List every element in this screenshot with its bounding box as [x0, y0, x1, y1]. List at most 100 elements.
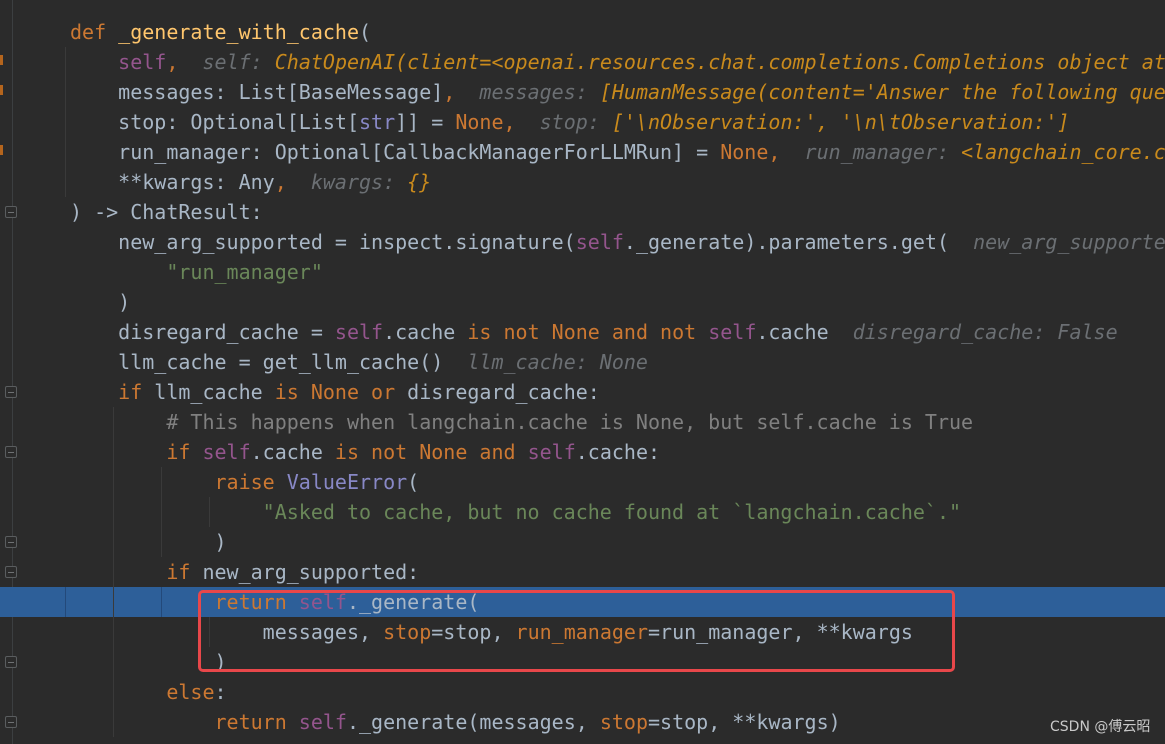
code-token: ,	[166, 50, 179, 74]
code-token: self	[527, 440, 576, 464]
code-token: )	[70, 290, 131, 314]
code-token: new_arg_supported:	[202, 560, 420, 584]
code-line[interactable]: else:	[70, 677, 1165, 707]
fold-icon[interactable]	[5, 536, 17, 548]
code-token: disregard_cache =	[70, 320, 335, 344]
inline-debug-value: new_arg_supporte	[973, 230, 1165, 254]
code-token: ,	[274, 170, 287, 194]
code-line[interactable]: **kwargs: Any, kwargs: {}	[70, 167, 1165, 197]
code-token: else	[70, 680, 215, 704]
inline-debug-value: messages:	[479, 80, 600, 104]
code-token: llm_cache	[154, 380, 275, 404]
code-line[interactable]: run_manager: Optional[CallbackManagerFor…	[70, 137, 1165, 167]
code-token: None,	[455, 110, 516, 134]
code-line[interactable]: ) -> ChatResult:	[70, 197, 1165, 227]
fold-icon[interactable]	[5, 566, 17, 578]
code-token: **kwargs: Any	[70, 170, 275, 194]
code-line[interactable]: "Asked to cache, but no cache found at `…	[70, 497, 1165, 527]
inline-debug-value: stop:	[539, 110, 612, 134]
code-token: .cache	[756, 320, 853, 344]
code-token: :	[214, 680, 227, 704]
inline-debug-value: disregard_cache: False	[852, 320, 1118, 344]
fold-icon[interactable]	[5, 386, 17, 398]
fold-icon[interactable]	[5, 656, 17, 668]
code-token: =stop, **kwargs)	[648, 710, 841, 734]
change-marker	[0, 85, 3, 95]
code-token: stop	[599, 710, 648, 734]
code-line[interactable]: return self._generate(messages, stop=sto…	[70, 707, 1165, 737]
code-token: def	[70, 20, 119, 44]
inline-debug-value: <langchain_core.c	[961, 140, 1165, 164]
code-token: ,	[443, 80, 456, 104]
code-token: is not None and not	[467, 320, 709, 344]
inline-debug-value: self:	[202, 50, 275, 74]
code-token: .cache	[250, 440, 335, 464]
code-token: "Asked to cache, but no cache found at `…	[262, 500, 962, 524]
code-token: self	[202, 440, 251, 464]
code-token: None,	[720, 140, 781, 164]
code-line[interactable]: )	[70, 527, 1165, 557]
code-line[interactable]: if self.cache is not None and self.cache…	[70, 437, 1165, 467]
code-token: is None or	[274, 380, 408, 404]
code-token: ._generate).parameters.get(	[623, 230, 974, 254]
fold-icon[interactable]	[5, 446, 17, 458]
code-token: self	[334, 320, 384, 344]
code-token: new_arg_supported = inspect.signature(	[70, 230, 576, 254]
change-marker	[0, 145, 3, 155]
inline-debug-value: [HumanMessage(content='Answer the follow…	[599, 80, 1165, 104]
code-token: raise	[70, 470, 287, 494]
code-token: .cache	[383, 320, 468, 344]
code-token: self	[708, 320, 757, 344]
code-token: disregard_cache:	[407, 380, 600, 404]
code-token: )	[70, 530, 227, 554]
code-token: ._generate(messages,	[346, 710, 600, 734]
code-token: (	[359, 20, 372, 44]
gutter-border	[12, 0, 13, 744]
code-line[interactable]: llm_cache = get_llm_cache() llm_cache: N…	[70, 347, 1165, 377]
code-line[interactable]: if llm_cache is None or disregard_cache:	[70, 377, 1165, 407]
fold-icon[interactable]	[5, 206, 17, 218]
code-token: run_manager: Optional[CallbackManagerFor…	[70, 140, 721, 164]
code-line[interactable]: )	[70, 287, 1165, 317]
code-line[interactable]: disregard_cache = self.cache is not None…	[70, 317, 1165, 347]
inline-debug-value: {}	[407, 170, 432, 194]
inline-debug-value: ChatOpenAI(client=<openai.resources.chat…	[274, 50, 1165, 74]
code-token: if	[70, 440, 203, 464]
code-token: ) -> ChatResult:	[70, 200, 263, 224]
code-token: messages: List[BaseMessage]	[70, 80, 444, 104]
code-token: stop: Optional[List[	[70, 110, 359, 134]
code-token: self	[118, 50, 167, 74]
code-token: return	[70, 710, 299, 734]
code-line[interactable]: raise ValueError(	[70, 467, 1165, 497]
code-token: _generate_with_cache	[118, 20, 359, 44]
watermark: CSDN @傅云昭	[1050, 719, 1151, 735]
code-line[interactable]: messages: List[BaseMessage], messages: […	[70, 77, 1165, 107]
code-token: is not None and	[334, 440, 528, 464]
code-line[interactable]: self, self: ChatOpenAI(client=<openai.re…	[70, 47, 1165, 77]
code-token: self	[575, 230, 624, 254]
code-token: if	[70, 560, 203, 584]
annotation-highlight-box	[198, 590, 955, 672]
code-token: llm_cache = get_llm_cache()	[70, 350, 468, 374]
code-line[interactable]: "run_manager"	[70, 257, 1165, 287]
code-line[interactable]: if new_arg_supported:	[70, 557, 1165, 587]
code-token: .cache:	[575, 440, 661, 464]
code-line[interactable]: new_arg_supported = inspect.signature(se…	[70, 227, 1165, 257]
code-token: ]] =	[395, 110, 456, 134]
indent-guide	[65, 47, 66, 197]
code-token: ValueError	[286, 470, 408, 494]
inline-debug-value: run_manager:	[804, 140, 962, 164]
fold-icon[interactable]	[5, 716, 17, 728]
code-token: (	[407, 470, 420, 494]
inline-debug-value: llm_cache: None	[467, 350, 648, 374]
code-line[interactable]: # This happens when langchain.cache is N…	[70, 407, 1165, 437]
code-line[interactable]: stop: Optional[List[str]] = None, stop: …	[70, 107, 1165, 137]
code-line[interactable]: def _generate_with_cache(	[70, 17, 1165, 47]
